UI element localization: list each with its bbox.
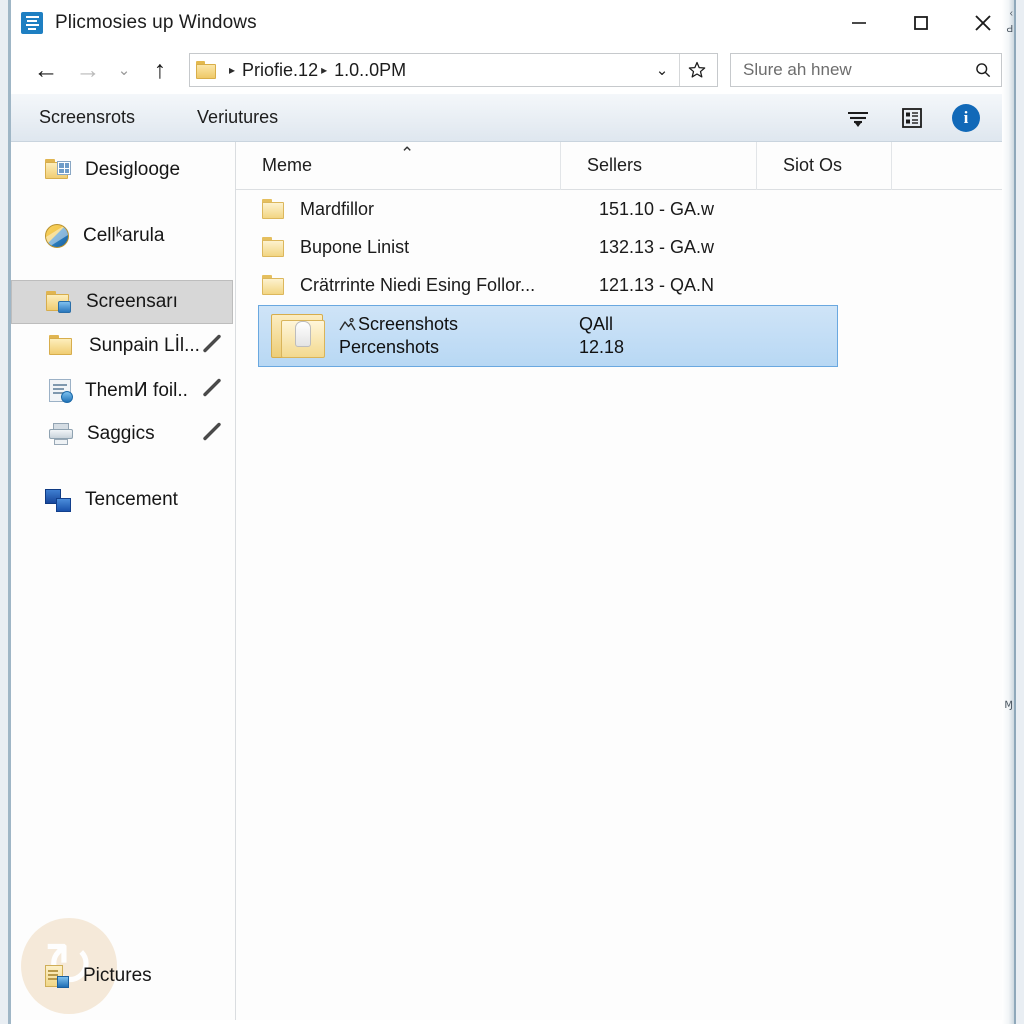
file-name: Mardfillor — [300, 198, 375, 219]
table-row[interactable]: Bupone Linist 132.13 - GA.w — [236, 228, 1014, 266]
file-sellers: 132.13 - GA.w — [599, 236, 715, 257]
selected-item-value: QAll — [579, 314, 614, 334]
address-bar[interactable]: ▸ Priofie.12 ▸ 1.0..0PM ⌄ — [189, 53, 718, 87]
address-toolbar: ← → ⌄ ↑ ▸ Priofie.12 ▸ 1.0..0PM ⌄ — [11, 46, 1014, 94]
star-icon[interactable] — [679, 54, 713, 86]
search-icon — [976, 63, 991, 78]
column-header-siot-os[interactable]: Siot Os — [757, 141, 892, 190]
tab-veriutures[interactable]: Veriutures — [197, 107, 278, 128]
file-name: Crätrrinte Niedi Esing Follor... — [300, 274, 536, 295]
sidebar-item-label: Pictures — [83, 965, 152, 986]
folder-icon — [262, 198, 288, 220]
maximize-icon — [914, 16, 928, 30]
table-row[interactable]: Mardfillor 151.10 - GA.w — [236, 190, 1014, 228]
document-lines-icon — [21, 12, 43, 34]
sort-icon[interactable] — [844, 104, 872, 132]
ribbon-tab-bar: Screensrots Veriutures i — [11, 94, 1014, 142]
search-input[interactable] — [743, 60, 973, 80]
selected-item-name: Screenshots — [339, 314, 579, 335]
sidebar-item-them-foil[interactable]: ThemͶ foil.. — [11, 368, 235, 412]
window-controls — [828, 0, 1014, 46]
sidebar-item-cellurula[interactable]: Cellᵏarula — [11, 214, 235, 258]
selected-item-subname: Percenshots — [339, 337, 440, 357]
file-sellers: 121.13 - QA.N — [599, 274, 715, 295]
address-bar-actions: ⌄ — [645, 54, 713, 86]
minimize-button[interactable] — [828, 0, 890, 46]
back-button[interactable]: ← — [25, 50, 67, 90]
sidebar-item-label: Saggics — [87, 423, 155, 444]
selected-list-item[interactable]: Screenshots QAll Percenshots 12.18 — [258, 305, 838, 367]
selected-item-name-text: Screenshots — [358, 314, 459, 334]
file-list-pane: Meme Sellers Siot Os ⌃ Mardfillor 151.10… — [236, 141, 1014, 1020]
folder-icon — [262, 274, 288, 296]
forward-button[interactable]: → — [67, 50, 109, 90]
ribbon-tools: i — [844, 103, 1002, 132]
breadcrumb-separator: ▸ — [229, 63, 236, 77]
sidebar-item-desiglooge[interactable]: Desiglooge — [11, 148, 235, 192]
navigation-pane: Desiglooge Cellᵏarula Screensarı Sunpain… — [11, 142, 236, 1020]
monitor-icon — [45, 488, 71, 512]
maximize-button[interactable] — [890, 0, 952, 46]
selected-item-subvalue: 12.18 — [579, 337, 625, 357]
folder-blue-icon — [46, 291, 72, 313]
sidebar-item-label: Cellᵏarula — [83, 225, 165, 246]
minimize-icon — [852, 22, 866, 24]
details-view-icon[interactable] — [898, 104, 926, 132]
pin-icon[interactable] — [201, 421, 223, 448]
sidebar-item-sunpain[interactable]: Sunpain Lİl... — [11, 324, 235, 368]
column-header-meme[interactable]: Meme — [236, 141, 561, 190]
explorer-window: Plicmosies up Windows ← → ⌄ ↑ ▸ Priofie.… — [8, 0, 1016, 1024]
info-icon[interactable]: i — [952, 103, 980, 132]
selected-item-line-2: Percenshots 12.18 — [339, 337, 624, 358]
column-header-row: Meme Sellers Siot Os ⌃ — [236, 141, 1014, 190]
sidebar-item-tencement[interactable]: Tencement — [11, 478, 235, 522]
file-name: Bupone Linist — [300, 236, 410, 257]
pin-icon[interactable] — [201, 333, 223, 360]
column-header-sellers[interactable]: Sellers — [561, 141, 757, 190]
sidebar-item-label: Tencement — [85, 489, 178, 510]
close-button[interactable] — [952, 0, 1014, 46]
search-box[interactable] — [730, 53, 1002, 87]
sidebar-item-screensari[interactable]: Screensarı — [11, 280, 233, 324]
printer-icon — [49, 423, 73, 445]
sort-caret-icon: ⌃ — [400, 144, 415, 163]
folder-icon — [262, 236, 288, 258]
pictures-icon — [45, 964, 69, 988]
up-button[interactable]: ↑ — [139, 50, 181, 90]
window-title: Plicmosies up Windows — [55, 12, 257, 33]
document-shield-icon — [49, 378, 73, 403]
close-icon — [975, 15, 991, 31]
sidebar-item-pictures[interactable]: Pictures — [11, 954, 236, 998]
file-sellers: 151.10 - GA.w — [599, 198, 715, 219]
sidebar-item-label: Screensarı — [86, 291, 178, 312]
picture-icon — [339, 317, 356, 331]
explorer-content: Desiglooge Cellᵏarula Screensarı Sunpain… — [11, 141, 1014, 1020]
folder-flag-icon — [49, 335, 75, 357]
folder-grid-icon — [45, 159, 71, 181]
sidebar-item-saggics[interactable]: Saggics — [11, 412, 235, 456]
chevron-down-icon[interactable]: ⌄ — [645, 54, 679, 86]
open-folder-icon — [271, 312, 329, 360]
selected-item-text: Screenshots QAll Percenshots 12.18 — [339, 314, 624, 358]
sidebar-item-label: Sunpain Lİl... — [89, 335, 200, 356]
sidebar-item-label: ThemͶ foil.. — [85, 379, 188, 401]
table-row[interactable]: Crätrrinte Niedi Esing Follor... 121.13 … — [236, 266, 1014, 304]
sidebar-item-label: Desiglooge — [85, 159, 181, 180]
breadcrumb-separator: ▸ — [321, 63, 328, 77]
sphere-icon — [45, 224, 69, 248]
recent-locations-button[interactable]: ⌄ — [109, 50, 139, 90]
tab-screensrots[interactable]: Screensrots — [39, 107, 135, 128]
folder-icon — [196, 61, 218, 79]
selected-item-line-1: Screenshots QAll — [339, 314, 624, 335]
title-bar: Plicmosies up Windows — [11, 0, 1014, 46]
breadcrumb-item-1[interactable]: Priofie.12 — [242, 60, 318, 81]
breadcrumb-item-2[interactable]: 1.0..0PM — [334, 60, 406, 81]
pin-icon[interactable] — [201, 377, 223, 404]
